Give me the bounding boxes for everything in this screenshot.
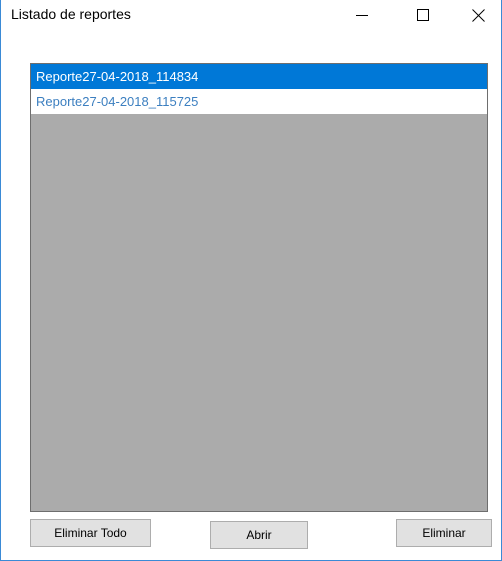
delete-button[interactable]: Eliminar [396, 519, 492, 547]
minimize-icon [356, 15, 368, 16]
report-listbox[interactable]: Reporte27-04-2018_114834 Reporte27-04-20… [30, 63, 488, 512]
open-button[interactable]: Abrir [210, 521, 308, 549]
window-title: Listado de reportes [11, 6, 131, 22]
maximize-icon [417, 9, 429, 21]
close-icon [471, 8, 485, 22]
delete-all-button[interactable]: Eliminar Todo [30, 519, 151, 547]
close-button[interactable] [455, 0, 501, 30]
title-bar[interactable]: Listado de reportes [1, 0, 501, 30]
minimize-button[interactable] [339, 0, 385, 30]
maximize-button[interactable] [400, 0, 446, 30]
report-list-item[interactable]: Reporte27-04-2018_114834 [31, 64, 487, 89]
report-list-window: Listado de reportes Reporte27-04-2018_11… [0, 0, 502, 561]
report-list-item[interactable]: Reporte27-04-2018_115725 [31, 89, 487, 114]
